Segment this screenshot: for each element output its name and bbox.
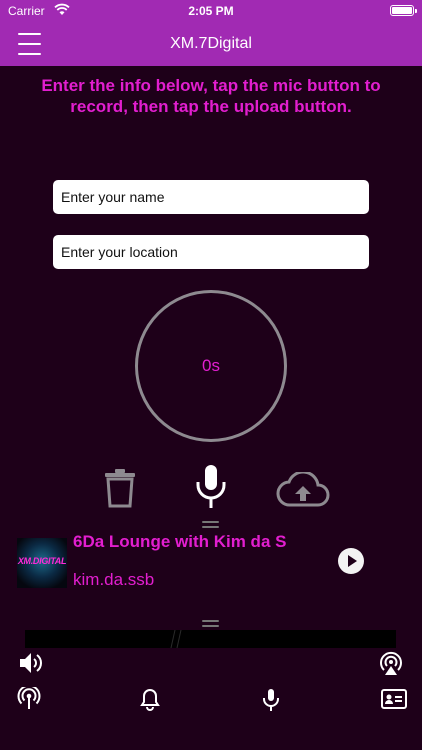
broadcast-icon[interactable] (17, 687, 41, 711)
volume-icon[interactable] (18, 651, 44, 675)
location-input[interactable] (53, 235, 369, 269)
mic-button[interactable] (194, 464, 228, 510)
nav-bar: XM.7Digital (0, 22, 422, 66)
show-title: 6Da Lounge with Kim da S (73, 532, 287, 551)
airplay-icon[interactable] (378, 651, 404, 677)
play-icon[interactable] (338, 548, 364, 574)
bell-icon[interactable] (139, 688, 161, 712)
mic-icon[interactable] (260, 688, 282, 712)
now-playing-card[interactable]: XM.DIGITAL 6Da Lounge with Kim da S kim.… (0, 530, 422, 620)
clock: 2:05 PM (188, 4, 234, 18)
recording-timer: 0s (135, 290, 287, 442)
drag-handle-icon[interactable] (202, 620, 219, 630)
waveform-strip (25, 630, 396, 648)
elapsed-time: 0s (202, 356, 220, 375)
show-host: kim.da.ssb (73, 570, 155, 589)
battery-icon (390, 5, 417, 16)
artwork-logo-text: XM.DIGITAL (17, 556, 67, 566)
trash-icon[interactable] (104, 468, 136, 508)
name-input[interactable] (53, 180, 369, 214)
upload-icon[interactable] (276, 472, 330, 508)
contact-icon[interactable] (381, 688, 407, 710)
status-bar: Carrier 2:05 PM (0, 0, 422, 22)
station-artwork: XM.DIGITAL (17, 538, 67, 588)
instructions-text: Enter the info below, tap the mic button… (41, 76, 381, 116)
app-title: XM.7Digital (170, 35, 252, 52)
